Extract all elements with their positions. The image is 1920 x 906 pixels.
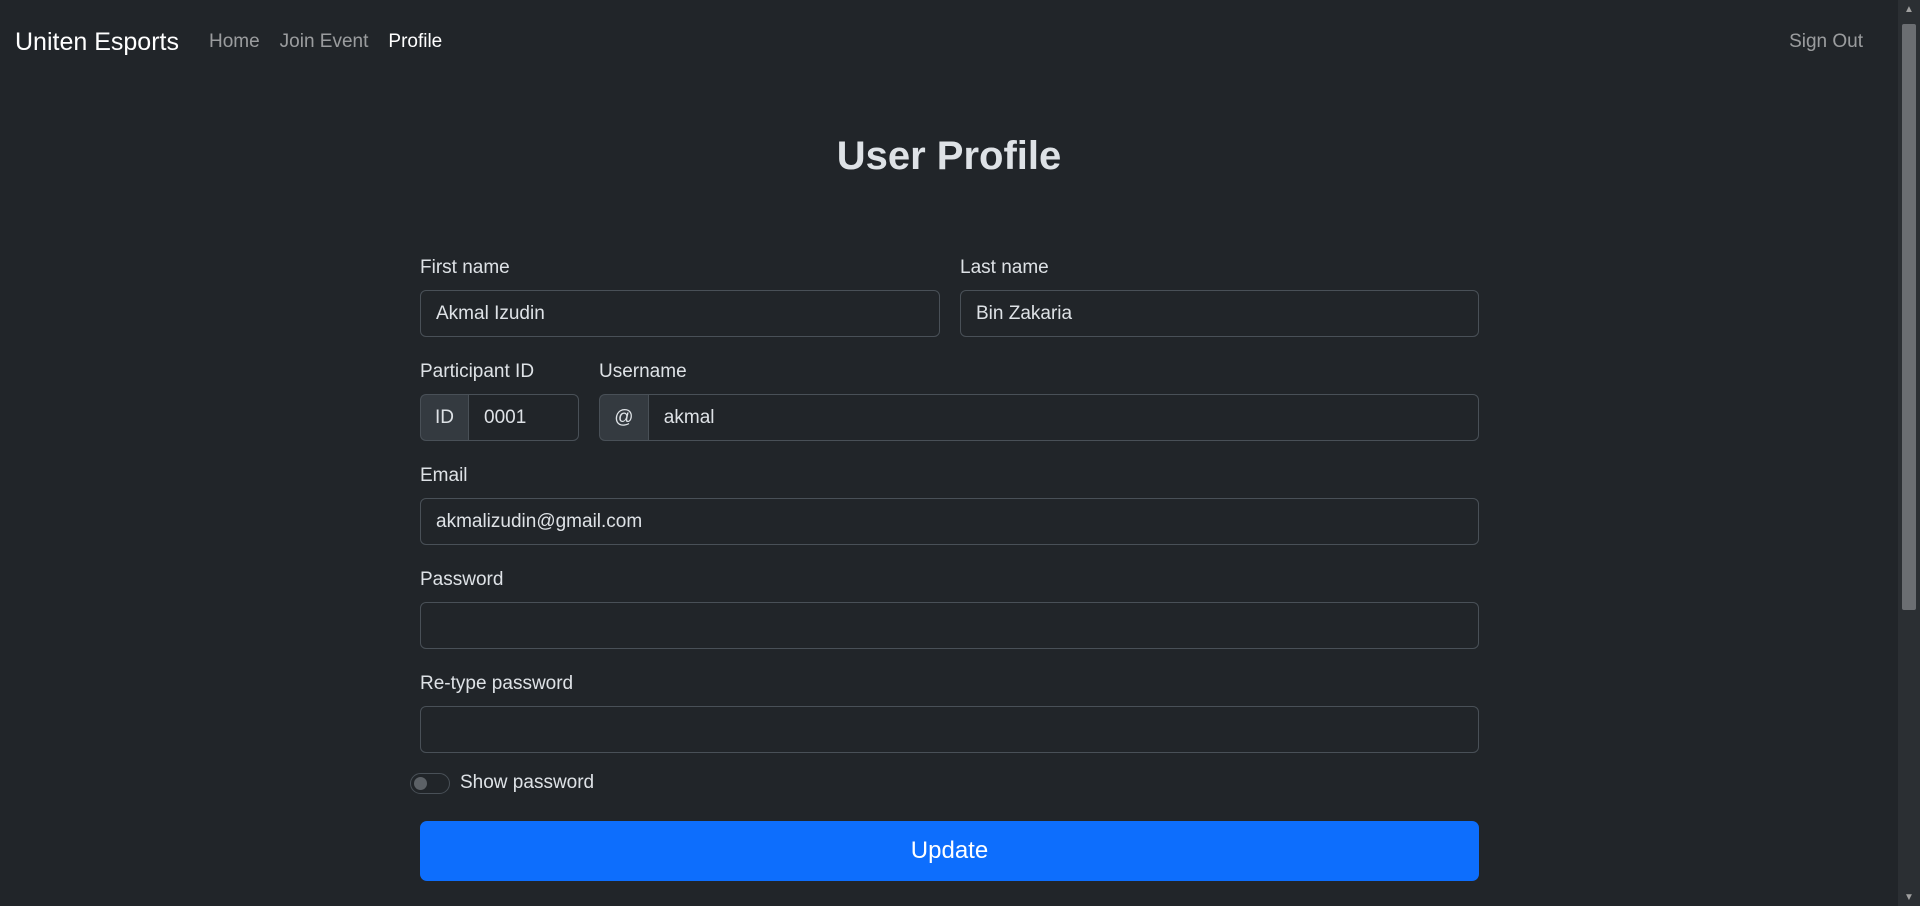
brand-link[interactable]: Uniten Esports bbox=[15, 28, 179, 57]
nav-link-home[interactable]: Home bbox=[209, 31, 260, 53]
profile-form: First name Last name Participant ID ID U… bbox=[410, 256, 1479, 881]
nav-link-profile[interactable]: Profile bbox=[388, 31, 442, 53]
participant-id-label: Participant ID bbox=[420, 361, 535, 382]
last-name-input[interactable] bbox=[960, 290, 1479, 337]
username-prefix: @ bbox=[599, 394, 648, 441]
username-label: Username bbox=[599, 361, 687, 382]
show-password-label[interactable]: Show password bbox=[460, 772, 594, 794]
show-password-row: Show password bbox=[410, 772, 1479, 794]
scroll-up-arrow-icon[interactable]: ▲ bbox=[1898, 0, 1920, 18]
nav-link-join-event[interactable]: Join Event bbox=[280, 31, 369, 53]
email-label: Email bbox=[420, 465, 468, 486]
toggle-knob bbox=[414, 776, 427, 790]
scroll-thumb[interactable] bbox=[1902, 24, 1916, 610]
id-username-row: Participant ID ID Username @ bbox=[420, 360, 1479, 441]
top-navbar: Uniten Esports Home Join Event Profile S… bbox=[0, 0, 1898, 84]
retype-password-input[interactable] bbox=[420, 706, 1479, 753]
last-name-group: Last name bbox=[960, 256, 1479, 337]
retype-password-group: Re-type password bbox=[420, 672, 1479, 753]
first-name-group: First name bbox=[420, 256, 940, 337]
username-group: Username @ bbox=[599, 360, 1479, 441]
retype-password-label: Re-type password bbox=[420, 673, 574, 694]
participant-id-group: Participant ID ID bbox=[420, 360, 579, 441]
email-row: Email bbox=[420, 464, 1479, 545]
username-input-group: @ bbox=[599, 394, 1479, 441]
participant-id-input-group: ID bbox=[420, 394, 579, 441]
last-name-label: Last name bbox=[960, 257, 1049, 278]
first-name-input[interactable] bbox=[420, 290, 940, 337]
participant-id-prefix: ID bbox=[420, 394, 468, 441]
scroll-down-arrow-icon[interactable]: ▼ bbox=[1898, 888, 1920, 906]
update-button[interactable]: Update bbox=[420, 821, 1479, 881]
password-label: Password bbox=[420, 569, 504, 590]
first-name-label: First name bbox=[420, 257, 510, 278]
participant-id-input[interactable] bbox=[468, 394, 579, 441]
email-input[interactable] bbox=[420, 498, 1479, 545]
page-title: User Profile bbox=[836, 134, 1062, 178]
email-group: Email bbox=[420, 464, 1479, 545]
sign-out-link[interactable]: Sign Out bbox=[1789, 31, 1863, 53]
show-password-toggle[interactable] bbox=[410, 772, 450, 794]
name-row: First name Last name bbox=[420, 256, 1479, 337]
retype-password-row: Re-type password bbox=[420, 672, 1479, 753]
password-row: Password bbox=[420, 568, 1479, 649]
password-input[interactable] bbox=[420, 602, 1479, 649]
username-input[interactable] bbox=[647, 394, 1479, 441]
vertical-scrollbar[interactable]: ▲ ▼ bbox=[1898, 0, 1920, 906]
password-group: Password bbox=[420, 568, 1479, 649]
